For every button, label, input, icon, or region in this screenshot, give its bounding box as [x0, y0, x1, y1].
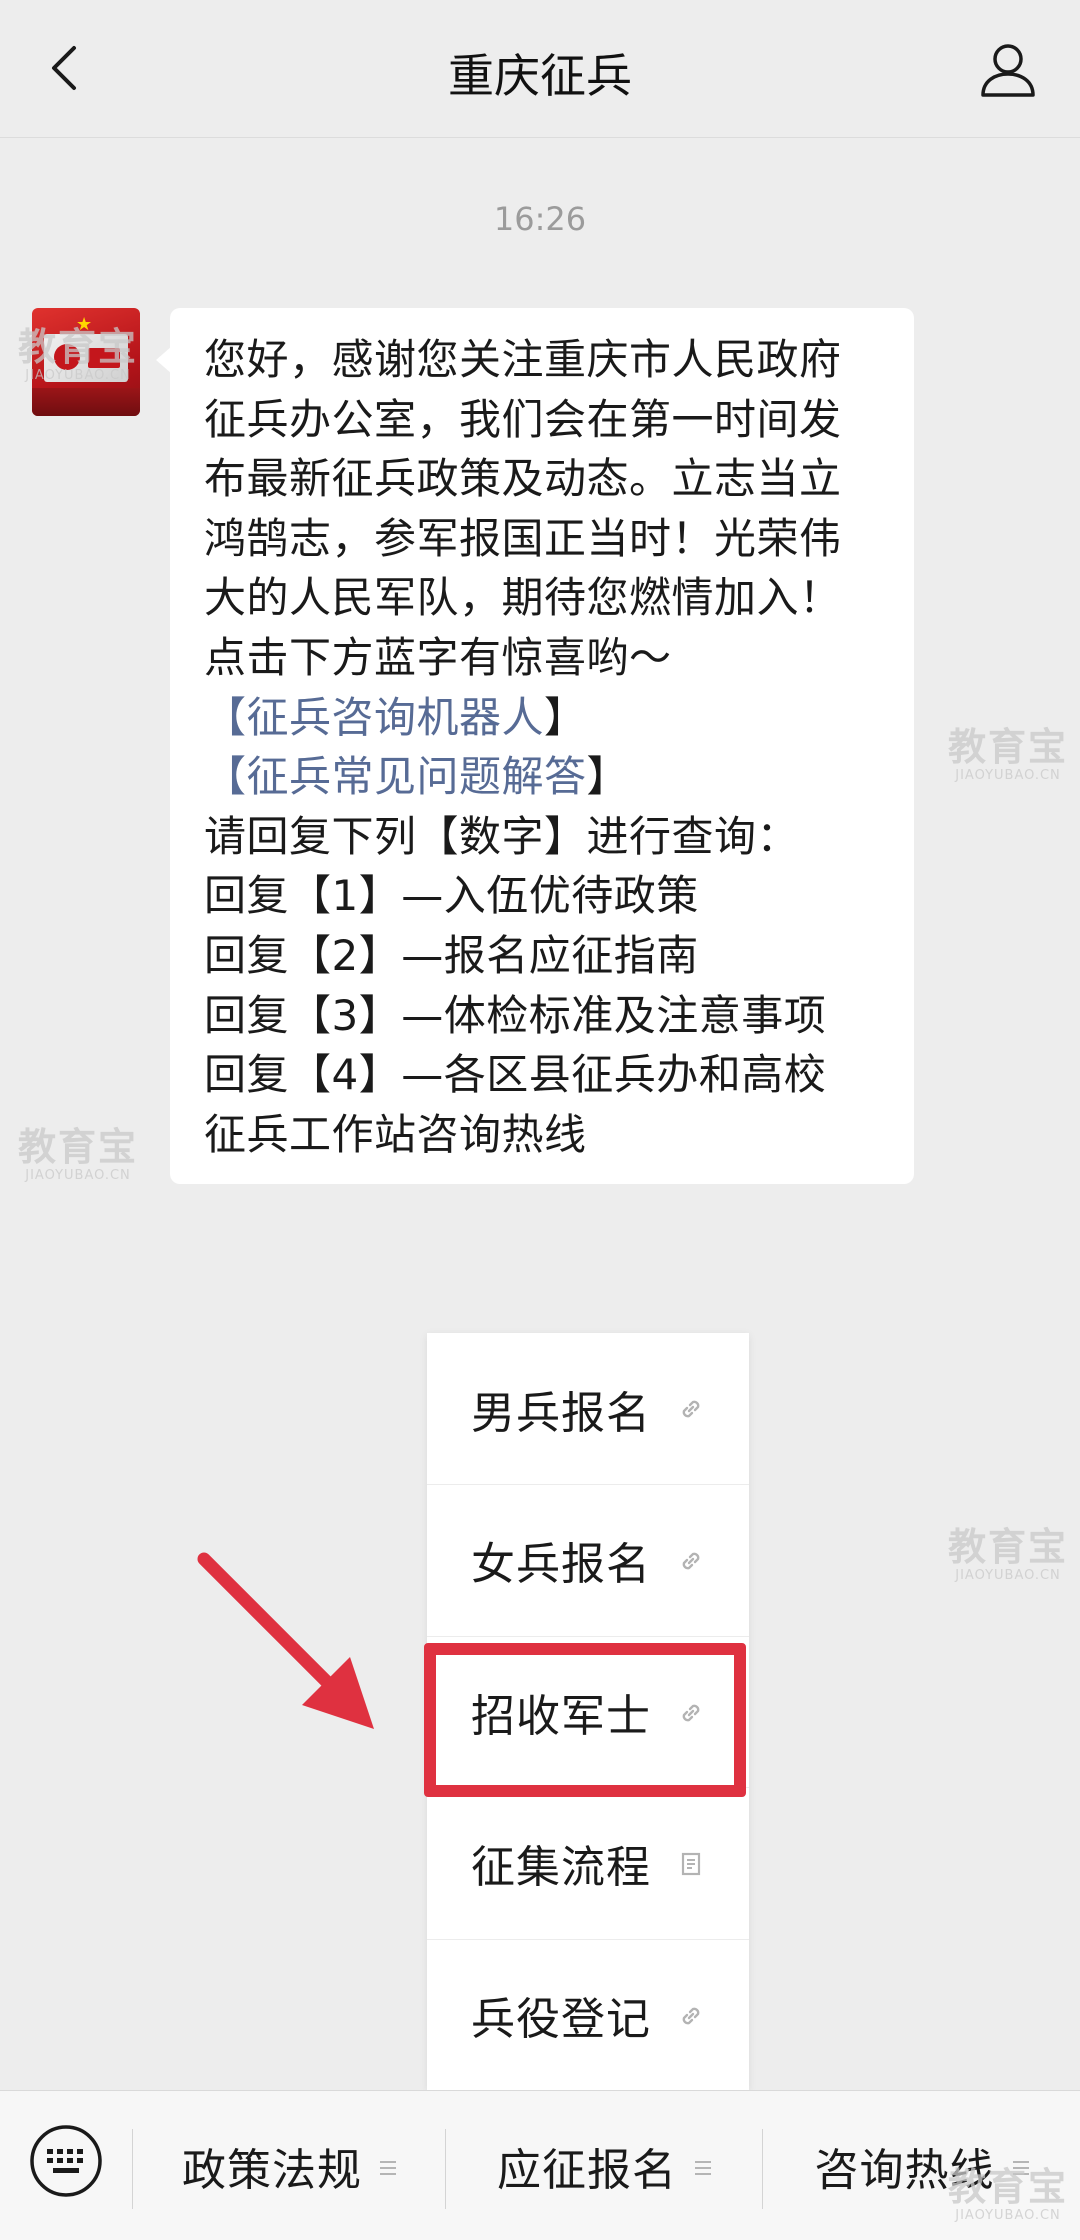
bracket: 】: [544, 692, 587, 742]
faq-link[interactable]: 征兵常见问题解答: [247, 752, 587, 801]
watermark-subtext: JIAOYUBAO.CN: [25, 368, 131, 383]
menu-item-registration[interactable]: 兵役登记: [427, 1939, 749, 2090]
watermark: 教育宝 JIAOYUBAO.CN: [18, 1128, 138, 1182]
message-line: 布最新征兵政策及动态。立志当立: [204, 454, 842, 504]
watermark-subtext: JIAOYUBAO.CN: [955, 2208, 1061, 2223]
message-line: 回复【4】—各区县征兵办和高校: [204, 1050, 827, 1100]
chat-header: 重庆征兵: [0, 0, 1080, 138]
menu-item-label: 征集流程: [471, 1842, 651, 1893]
submenu-lines-icon: [695, 2161, 711, 2175]
page-title: 重庆征兵: [448, 49, 632, 103]
link-icon: [682, 1400, 700, 1418]
profile-icon[interactable]: [976, 38, 1040, 102]
bracket: 【: [204, 752, 247, 802]
watermark-subtext: JIAOYUBAO.CN: [955, 1568, 1061, 1583]
message-line: 点击下方蓝字有惊喜哟～: [204, 632, 672, 682]
highlight-annotation-box: [424, 1643, 746, 1797]
watermark: 教育宝 JIAOYUBAO.CN: [948, 1528, 1068, 1582]
watermark: 教育宝 JIAOYUBAO.CN: [948, 728, 1068, 782]
message-line: 大的人民军队，期待您燃情加入！: [204, 573, 842, 623]
watermark-text: 教育宝: [18, 325, 139, 369]
menu-tab-label: 应征报名: [497, 2145, 677, 2196]
message-line: 回复【3】—体检标准及注意事项: [204, 990, 827, 1040]
avatar-ground: [32, 388, 140, 416]
link-icon: [682, 2007, 700, 2025]
watermark: 教育宝 JIAOYUBAO.CN: [948, 2168, 1068, 2222]
watermark-subtext: JIAOYUBAO.CN: [25, 1168, 131, 1183]
bottom-menu-bar: 政策法规 应征报名 咨询热线: [0, 2090, 1080, 2240]
link-line-faq: 【征兵常见问题解答】: [204, 747, 890, 807]
robot-consult-link[interactable]: 征兵咨询机器人: [247, 693, 545, 742]
watermark-text: 教育宝: [948, 725, 1069, 769]
message-line: 回复【1】—入伍优待政策: [204, 871, 699, 921]
welcome-message-bubble: 您好，感谢您关注重庆市人民政府 征兵办公室，我们会在第一时间发 布最新征兵政策及…: [156, 308, 914, 1184]
menu-tab-policy[interactable]: 政策法规: [133, 2091, 445, 2240]
keyboard-icon[interactable]: [28, 2123, 104, 2199]
message-line: 您好，感谢您关注重庆市人民政府: [204, 335, 842, 384]
red-arrow-annotation-icon: [197, 1552, 374, 1729]
menu-item-female-enlist[interactable]: 女兵报名: [427, 1484, 749, 1635]
message-line: 请回复下列【数字】进行查询：: [204, 811, 800, 861]
link-line-robot: 【征兵咨询机器人】: [204, 688, 890, 748]
menu-tab-enlist[interactable]: 应征报名: [446, 2091, 762, 2240]
watermark-text: 教育宝: [948, 2165, 1069, 2209]
message-timestamp: 16:26: [493, 200, 587, 238]
message-line: 征兵工作站咨询热线: [204, 1109, 587, 1159]
bracket: 【: [204, 692, 247, 742]
watermark-text: 教育宝: [18, 1125, 139, 1169]
menu-item-label: 男兵报名: [471, 1387, 651, 1439]
submenu-lines-icon: [380, 2161, 396, 2175]
menu-item-male-enlist[interactable]: 男兵报名: [427, 1333, 749, 1484]
watermark: 教育宝 JIAOYUBAO.CN: [18, 328, 138, 382]
message-line: 征兵办公室，我们会在第一时间发: [204, 394, 842, 444]
watermark-text: 教育宝: [948, 1525, 1069, 1569]
message-line: 回复【2】—报名应征指南: [204, 930, 699, 980]
link-icon: [682, 1552, 700, 1570]
menu-item-process[interactable]: 征集流程: [427, 1787, 749, 1938]
menu-item-label: 兵役登记: [471, 1994, 651, 2045]
watermark-subtext: JIAOYUBAO.CN: [955, 768, 1061, 783]
menu-tab-label: 政策法规: [182, 2145, 362, 2196]
bracket: 】: [586, 752, 630, 802]
message-line: 鸿鹄志，参军报国正当时！光荣伟: [204, 513, 842, 563]
article-icon: [681, 1852, 701, 1876]
menu-item-label: 女兵报名: [471, 1539, 651, 1590]
